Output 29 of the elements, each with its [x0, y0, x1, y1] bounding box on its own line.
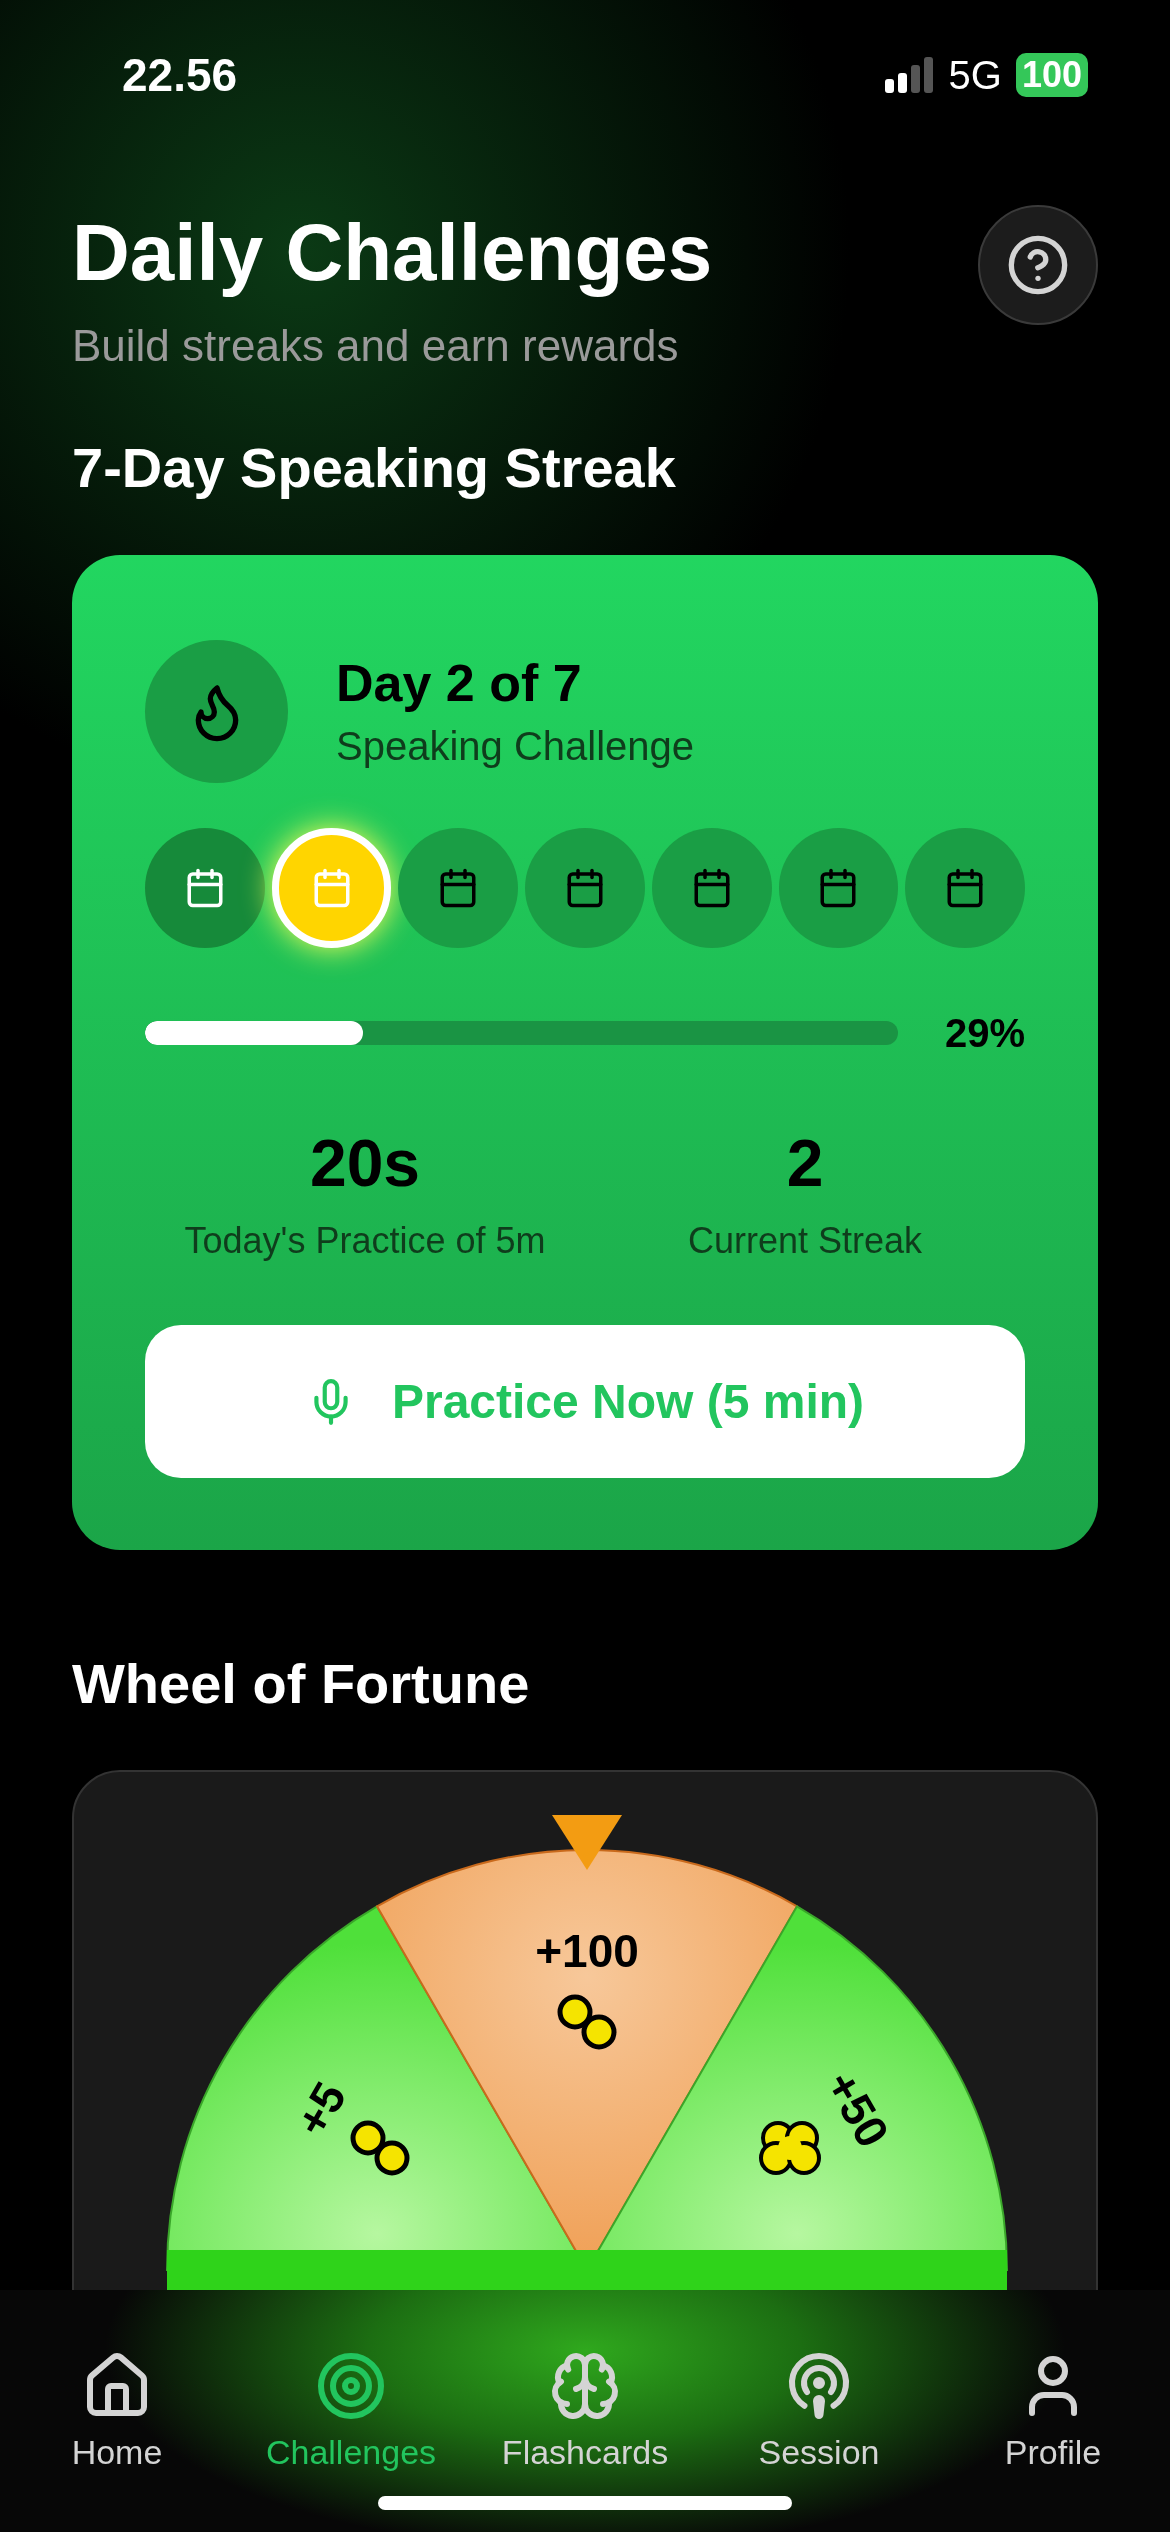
tab-bar-item[interactable]: Challenges [234, 2350, 468, 2472]
network-label: 5G [948, 52, 1002, 99]
tab-bar-item[interactable]: Session [702, 2350, 936, 2472]
coins-icon [350, 2120, 410, 2176]
status-time: 22.56 [122, 47, 238, 103]
page-subtitle: Build streaks and earn rewards [72, 320, 680, 372]
progress-percent: 29% [944, 1010, 1025, 1057]
section-title: Wheel of Fortune [72, 1651, 531, 1717]
reward-label: +5 [285, 2073, 357, 2145]
battery-indicator: 100 [1015, 53, 1088, 97]
reward-label: +50 [815, 2062, 900, 2156]
target-icon [315, 2350, 387, 2422]
reward-label: +100 [535, 1925, 639, 1978]
coins-icon [557, 1994, 617, 2050]
wheel-pointer [552, 1815, 622, 1870]
tab-bar-item[interactable]: Flashcards [468, 2350, 702, 2472]
calendar-icon [564, 867, 606, 909]
challenge-name: Speaking Challenge [336, 722, 695, 770]
signal-icon [884, 57, 935, 93]
stat-label: Today's Practice of 5m [184, 1219, 546, 1263]
day-label: Day 2 of 7 [336, 652, 583, 714]
stat-label: Current Streak [687, 1219, 923, 1263]
stat-value: 2 [786, 1125, 824, 1201]
tab-bar-item[interactable]: Home [0, 2350, 234, 2472]
tab-bar-item[interactable]: Profile [936, 2350, 1170, 2472]
page-title: Daily Challenges [72, 207, 713, 299]
stat-value: 20s [309, 1125, 421, 1201]
section-title: 7-Day Speaking Streak [72, 435, 677, 501]
help-icon [1006, 233, 1070, 297]
